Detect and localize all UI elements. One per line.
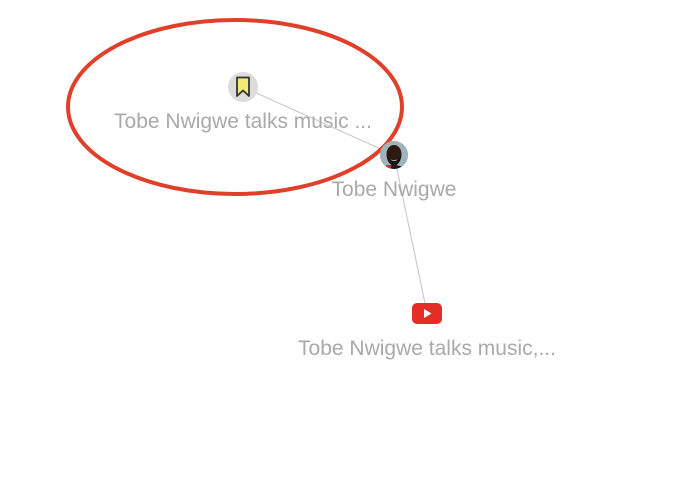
avatar bbox=[380, 141, 408, 169]
graph-canvas bbox=[66, 18, 428, 314]
person-node[interactable] bbox=[380, 141, 408, 169]
video-node-label: Tobe Nwigwe talks music,... bbox=[298, 337, 556, 360]
person-node-label: Tobe Nwigwe bbox=[331, 178, 457, 201]
youtube-play-icon bbox=[412, 303, 442, 324]
bookmark-icon bbox=[236, 76, 250, 97]
bookmark-node[interactable] bbox=[228, 72, 258, 102]
bookmark-node-label: Tobe Nwigwe talks music ... bbox=[114, 110, 372, 133]
highlight-circle bbox=[66, 18, 404, 196]
video-node[interactable] bbox=[412, 303, 442, 324]
